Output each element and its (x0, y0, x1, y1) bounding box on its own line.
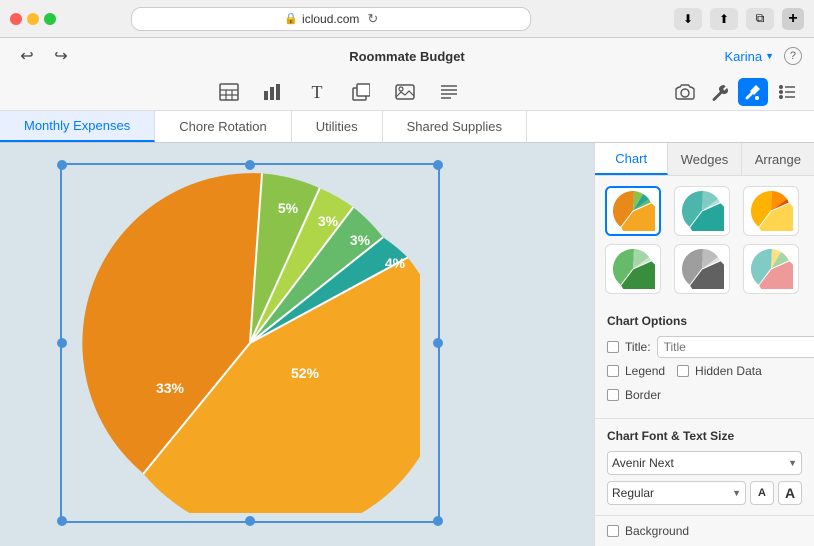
background-checkbox[interactable] (607, 525, 619, 537)
minimize-dot[interactable] (27, 13, 39, 25)
hidden-data-label: Hidden Data (695, 364, 762, 378)
app-header: ↩ ↪ Roommate Budget Karina ▼ ? T (0, 38, 814, 111)
increase-font-button[interactable]: A (778, 481, 802, 505)
user-menu[interactable]: Karina ▼ (724, 49, 774, 64)
font-section: Chart Font & Text Size Avenir Next ▼ Reg… (595, 419, 814, 516)
paint-tool-button[interactable] (738, 78, 768, 106)
share-button[interactable]: ⬆ (710, 8, 738, 30)
chart-options-section: Chart Options Title: Legend Hidden Data … (595, 304, 814, 419)
image-tool-button[interactable] (390, 78, 420, 106)
border-label: Border (625, 388, 661, 402)
tab-utilities[interactable]: Utilities (292, 111, 383, 142)
shape-tool-button[interactable] (346, 78, 376, 106)
app-title-row: ↩ ↪ Roommate Budget Karina ▼ ? (12, 42, 802, 74)
chart-style-yellow[interactable] (743, 186, 799, 236)
font-name-row: Avenir Next ▼ (607, 451, 802, 475)
chart-thumbnails (595, 176, 814, 304)
pie-label-33: 33% (156, 380, 185, 396)
chart-style-teal[interactable] (674, 186, 730, 236)
wrench-tool-button[interactable] (704, 78, 734, 106)
main-layout: 52% 33% 5% 3% 3% 4% Chart Wedges Arrange (0, 143, 814, 546)
close-dot[interactable] (10, 13, 22, 25)
browser-right: ⬇ ⬆ ⧉ + (674, 8, 804, 30)
background-label: Background (625, 524, 689, 538)
legend-option-row: Legend (607, 364, 665, 378)
camera-tool-button[interactable] (670, 78, 700, 106)
canvas-area: 52% 33% 5% 3% 3% 4% (0, 143, 594, 546)
pie-chart[interactable]: 52% 33% 5% 3% 3% 4% (60, 163, 440, 523)
pie-label-4: 4% (385, 255, 406, 271)
title-option-row: Title: (607, 336, 802, 358)
legend-label: Legend (625, 364, 665, 378)
user-name: Karina (724, 49, 762, 64)
legend-checkbox[interactable] (607, 365, 619, 377)
maximize-dot[interactable] (44, 13, 56, 25)
panel-tab-chart[interactable]: Chart (595, 143, 668, 175)
url-text: icloud.com (302, 12, 359, 26)
toolbar-right (670, 78, 802, 106)
hidden-data-option-row: Hidden Data (677, 364, 762, 378)
chart-options-title: Chart Options (607, 314, 802, 328)
tabs-row: Monthly Expenses Chore Rotation Utilitie… (0, 111, 814, 143)
tab-shared-supplies[interactable]: Shared Supplies (383, 111, 527, 142)
pie-label-5: 5% (278, 200, 299, 216)
text-tool-button[interactable]: T (302, 78, 332, 106)
chart-style-multicolor[interactable] (743, 244, 799, 294)
panel-tabs: Chart Wedges Arrange (595, 143, 814, 176)
decrease-font-button[interactable]: A (750, 481, 774, 505)
browser-dots (10, 13, 56, 25)
chart-style-grayscale[interactable] (674, 244, 730, 294)
title-input[interactable] (657, 336, 814, 358)
toolbar: T (12, 74, 802, 110)
app-title: Roommate Budget (275, 49, 538, 64)
undo-button[interactable]: ↩ (12, 42, 42, 70)
chevron-down-icon: ▼ (788, 458, 797, 468)
border-option-row: Border (607, 388, 802, 402)
pie-label-3b: 3% (350, 232, 371, 248)
font-style-label: Regular (612, 486, 654, 500)
right-panel: Chart Wedges Arrange (594, 143, 814, 546)
panel-tab-arrange[interactable]: Arrange (742, 143, 814, 175)
chart-tool-button[interactable] (258, 78, 288, 106)
tabs-button[interactable]: ⧉ (746, 8, 774, 30)
reload-icon[interactable]: ↻ (367, 11, 378, 27)
title-label: Title: (625, 340, 651, 354)
font-name-label: Avenir Next (612, 456, 674, 470)
table-tool-button[interactable] (214, 78, 244, 106)
format-tool-button[interactable] (772, 78, 802, 106)
tab-chore-rotation[interactable]: Chore Rotation (155, 111, 291, 142)
chevron-down-icon-2: ▼ (732, 488, 741, 498)
title-checkbox[interactable] (607, 341, 619, 353)
pie-label-52: 52% (291, 365, 320, 381)
url-bar[interactable]: 🔒 icloud.com ↻ (131, 7, 531, 31)
background-row: Background (595, 516, 814, 546)
download-button[interactable]: ⬇ (674, 8, 702, 30)
chart-style-green[interactable] (605, 244, 661, 294)
font-style-select[interactable]: Regular ▼ (607, 481, 746, 505)
font-name-select[interactable]: Avenir Next ▼ (607, 451, 802, 475)
help-button[interactable]: ? (784, 47, 802, 65)
tab-monthly-expenses[interactable]: Monthly Expenses (0, 111, 155, 142)
panel-tab-wedges[interactable]: Wedges (668, 143, 741, 175)
border-checkbox[interactable] (607, 389, 619, 401)
browser-chrome: 🔒 icloud.com ↻ ⬇ ⬆ ⧉ + (0, 0, 814, 38)
chart-style-colorful[interactable] (605, 186, 661, 236)
text2-tool-button[interactable] (434, 78, 464, 106)
lock-icon: 🔒 (284, 12, 298, 25)
pie-label-3a: 3% (318, 213, 339, 229)
hidden-data-checkbox[interactable] (677, 365, 689, 377)
new-tab-button[interactable]: + (782, 8, 804, 30)
redo-button[interactable]: ↪ (46, 42, 76, 70)
font-size-row: Regular ▼ A A (607, 481, 802, 505)
toolbar-center: T (12, 78, 666, 106)
chevron-down-icon: ▼ (765, 51, 774, 61)
font-section-title: Chart Font & Text Size (607, 429, 802, 443)
